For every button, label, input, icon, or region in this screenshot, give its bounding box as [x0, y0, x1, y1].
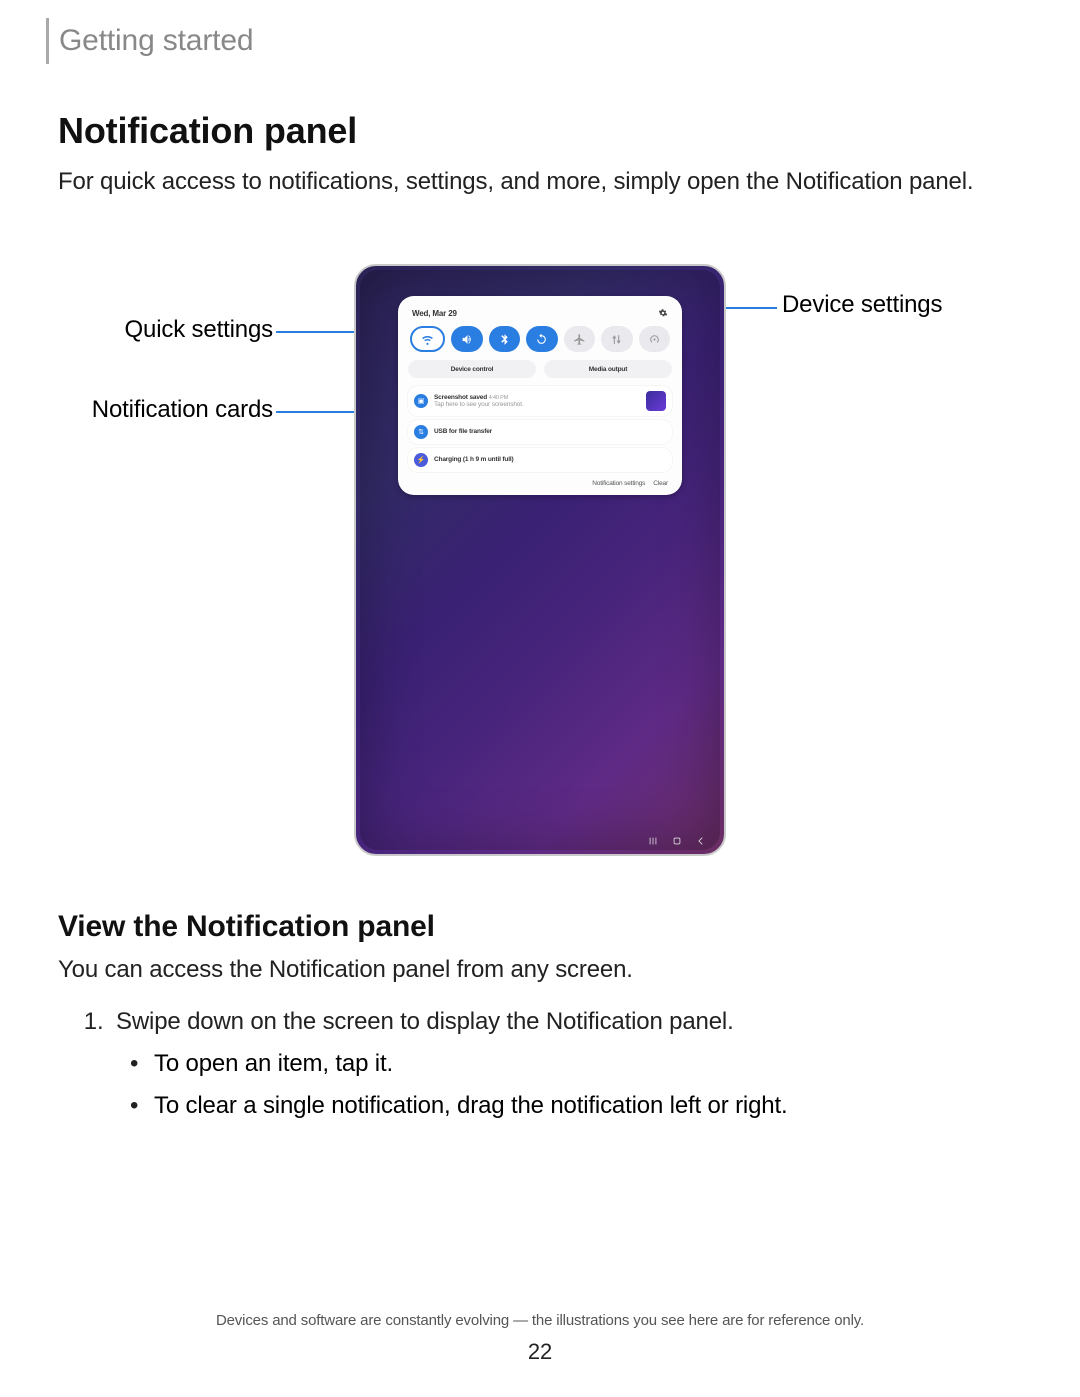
screenshot-icon: ▣ — [414, 394, 428, 408]
section-heading: View the Notification panel — [58, 910, 1022, 944]
screenshot-thumbnail — [646, 391, 666, 411]
step-item: Swipe down on the screen to display the … — [110, 1008, 1022, 1036]
shade-date: Wed, Mar 29 — [412, 309, 457, 318]
notification-subtitle: Tap here to see your screenshot. — [434, 401, 640, 409]
device-control-button[interactable]: Device control — [408, 360, 536, 378]
home-icon[interactable] — [672, 836, 682, 846]
notification-card[interactable]: ⇅ USB for file transfer — [408, 420, 672, 444]
airplane-icon[interactable] — [564, 326, 595, 352]
notification-title: Screenshot saved — [434, 394, 487, 401]
sound-icon[interactable] — [451, 326, 482, 352]
rotate-icon[interactable] — [526, 326, 557, 352]
clear-button[interactable]: Clear — [653, 480, 668, 487]
gear-icon[interactable] — [658, 308, 668, 318]
steps-list: Swipe down on the screen to display the … — [58, 1008, 1022, 1036]
footnote: Devices and software are constantly evol… — [0, 1312, 1080, 1329]
section-paragraph: You can access the Notification panel fr… — [58, 956, 1022, 984]
charging-icon: ⚡ — [414, 453, 428, 467]
notification-card[interactable]: ▣ Screenshot saved 4:40 PM Tap here to s… — [408, 386, 672, 416]
media-output-button[interactable]: Media output — [544, 360, 672, 378]
breadcrumb: Getting started — [59, 24, 1022, 58]
figure: Quick settings Notification cards Device… — [58, 254, 1022, 874]
notification-card[interactable]: ⚡ Charging (1 h 9 m until full) — [408, 448, 672, 472]
nav-bar — [648, 836, 706, 846]
bullet-list: To open an item, tap it. To clear a sing… — [58, 1050, 1022, 1120]
bullet-item: To open an item, tap it. — [154, 1050, 1022, 1078]
callout-device-settings: Device settings — [782, 291, 1022, 319]
callout-notification-cards: Notification cards — [58, 396, 273, 424]
page-number: 22 — [0, 1339, 1080, 1365]
notification-shade: Wed, Mar 29 Device control Media output … — [398, 296, 682, 495]
device-illustration: Wed, Mar 29 Device control Media output … — [354, 264, 726, 856]
bullet-item: To clear a single notification, drag the… — [154, 1092, 1022, 1120]
quick-settings-row — [408, 326, 672, 360]
notification-title: Charging (1 h 9 m until full) — [434, 456, 514, 463]
hotspot-icon[interactable] — [639, 326, 670, 352]
wifi-icon[interactable] — [410, 326, 445, 352]
intro-paragraph: For quick access to notifications, setti… — [58, 166, 1022, 198]
data-icon[interactable] — [601, 326, 632, 352]
notification-title: USB for file transfer — [434, 428, 492, 435]
bluetooth-icon[interactable] — [489, 326, 520, 352]
notification-time: 4:40 PM — [489, 395, 508, 401]
notification-settings-link[interactable]: Notification settings — [592, 480, 645, 487]
callout-quick-settings: Quick settings — [58, 316, 273, 344]
back-icon[interactable] — [696, 836, 706, 846]
usb-icon: ⇅ — [414, 425, 428, 439]
page-title: Notification panel — [58, 110, 1022, 152]
recents-icon[interactable] — [648, 836, 658, 846]
